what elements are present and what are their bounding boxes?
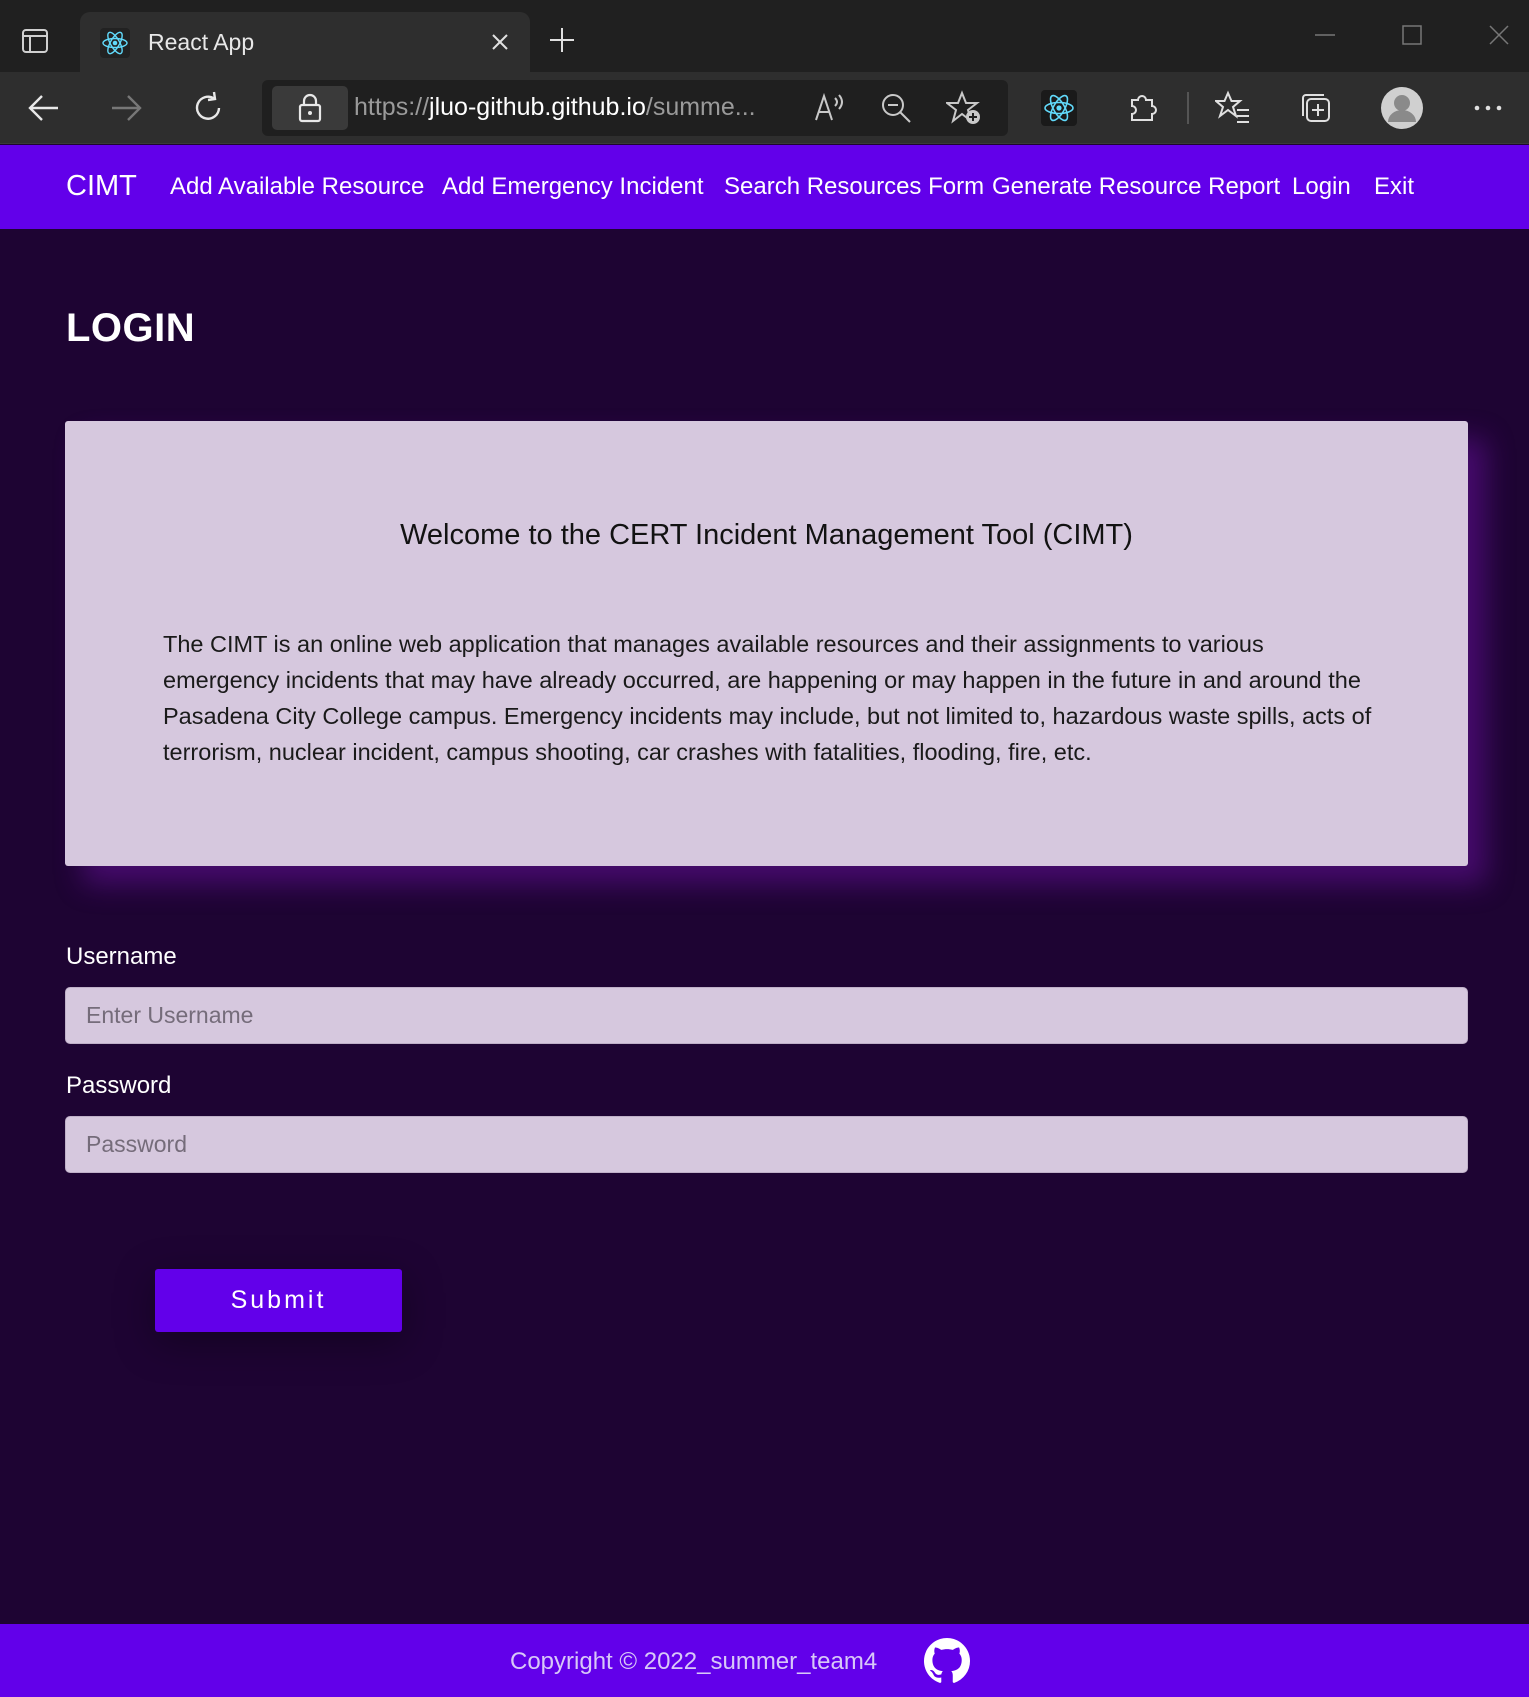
more-icon[interactable] [1470, 90, 1506, 126]
username-input[interactable] [65, 987, 1468, 1044]
nav-exit[interactable]: Exit [1374, 173, 1414, 201]
window-close-icon[interactable] [1484, 20, 1514, 50]
welcome-title: Welcome to the CERT Incident Management … [400, 519, 1133, 551]
brand-link[interactable]: CIMT [66, 170, 137, 203]
browser-tab-bar: React App [0, 0, 1529, 72]
toolbar-divider [1187, 92, 1189, 124]
nav-add-available-resource[interactable]: Add Available Resource [170, 173, 424, 201]
react-icon [100, 28, 130, 58]
footer: Copyright © 2022_summer_team4 [0, 1624, 1529, 1697]
address-bar[interactable]: https://jluo-github.github.io/summe... [262, 80, 1008, 136]
forward-icon[interactable] [108, 90, 144, 126]
browser-tab[interactable]: React App [80, 12, 530, 72]
collections-icon[interactable] [1298, 90, 1334, 126]
refresh-icon[interactable] [190, 90, 226, 126]
maximize-icon[interactable] [1397, 20, 1427, 50]
lock-icon [298, 93, 322, 123]
github-icon[interactable] [924, 1638, 970, 1684]
add-favorite-icon[interactable] [946, 90, 982, 126]
url-path: /summe... [645, 93, 756, 121]
username-label: Username [66, 943, 177, 970]
minimize-icon[interactable] [1310, 20, 1340, 50]
nav-login[interactable]: Login [1292, 173, 1351, 201]
sidebar-toggle-icon[interactable] [20, 26, 50, 56]
close-icon[interactable] [488, 30, 512, 54]
password-input[interactable] [65, 1116, 1468, 1173]
url-text: https://jluo-github.github.io/summe... [354, 93, 756, 122]
welcome-description: The CIMT is an online web application th… [163, 631, 1372, 765]
app-navbar: CIMT Add Available Resource Add Emergenc… [0, 145, 1529, 229]
tab-title: React App [148, 29, 255, 55]
nav-search-resources-form[interactable]: Search Resources Form [724, 173, 984, 201]
copyright-text: Copyright © 2022_summer_team4 [510, 1648, 878, 1675]
react-extension-icon[interactable] [1041, 90, 1077, 126]
plus-icon[interactable] [548, 26, 576, 54]
extensions-icon[interactable] [1124, 90, 1160, 126]
page-title: LOGIN [66, 306, 196, 350]
nav-generate-resource-report[interactable]: Generate Resource Report [992, 173, 1280, 201]
url-host: jluo-github.github.io [429, 93, 646, 121]
zoom-out-icon[interactable] [878, 90, 914, 126]
nav-add-emergency-incident[interactable]: Add Emergency Incident [442, 173, 703, 201]
read-aloud-icon[interactable] [812, 90, 848, 126]
submit-button[interactable]: Submit [155, 1269, 402, 1332]
welcome-card: Welcome to the CERT Incident Management … [65, 421, 1468, 866]
browser-toolbar: https://jluo-github.github.io/summe... [0, 72, 1529, 144]
password-label: Password [66, 1072, 172, 1099]
back-icon[interactable] [26, 90, 62, 126]
favorites-icon[interactable] [1215, 90, 1251, 126]
profile-icon[interactable] [1380, 86, 1424, 130]
site-info-button[interactable] [272, 86, 348, 130]
url-scheme: https:// [354, 93, 430, 121]
